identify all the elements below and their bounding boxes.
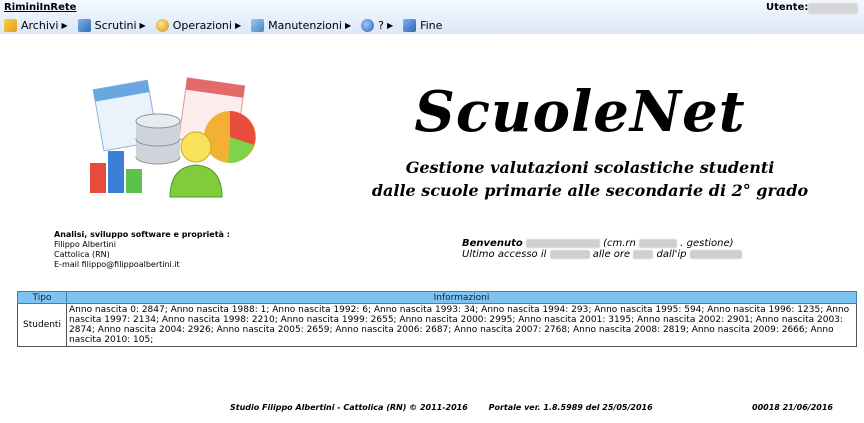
footer-studio: Studio Filippo Albertini - Cattolica (RN… [230, 403, 468, 412]
exit-icon [403, 18, 417, 32]
menu-bar: Archivi ▶ Scrutini ▶ Operazioni ▶ Manute… [4, 17, 452, 33]
scuolenet-logo-icon [90, 77, 256, 198]
table-row: Studenti Anno nascita 0: 2847; Anno nasc… [17, 303, 857, 347]
menu-manutenzioni-label: Manutenzioni [268, 18, 342, 32]
menu-fine[interactable]: Fine [403, 18, 443, 32]
column-header-tipo: Tipo [17, 291, 67, 304]
school-code-redacted [639, 238, 678, 248]
app-subtitle-line-2: dalle scuole primarie alle secondarie di… [371, 181, 809, 200]
submenu-arrow-icon: ▶ [139, 20, 146, 30]
last-access-time-redacted [633, 249, 654, 259]
username-redacted [525, 238, 600, 248]
app-subtitle-line-1: Gestione valutazioni scolastiche student… [405, 158, 775, 177]
menu-help[interactable]: ? ▶ [361, 18, 394, 32]
welcome-gestione: . gestione) [680, 238, 734, 249]
credits-city: Cattolica (RN) [54, 250, 110, 259]
folder-icon [4, 18, 17, 32]
welcome-block: Benvenuto (cm.rn . gestione) Ultimo acce… [462, 238, 742, 260]
brand-link[interactable]: RiminiInRete [4, 2, 76, 13]
menu-help-label: ? [378, 18, 384, 32]
menu-manutenzioni[interactable]: Manutenzioni ▶ [251, 18, 352, 32]
tools-icon [251, 18, 265, 32]
last-access-label: Ultimo accesso il [462, 249, 547, 260]
top-bar: RiminiInRete Utente: Archivi ▶ Scrutini … [0, 0, 864, 34]
user-name-redacted [808, 3, 858, 14]
user-label: Utente: [766, 2, 809, 13]
menu-operazioni[interactable]: Operazioni ▶ [155, 18, 242, 32]
ip-redacted [689, 249, 742, 259]
submenu-arrow-icon: ▶ [61, 20, 68, 30]
cell-informazioni: Anno nascita 0: 2847; Anno nascita 1988:… [66, 303, 857, 347]
last-access-ip-label: dall'ip [656, 249, 687, 260]
document-icon [77, 18, 91, 32]
info-table: Tipo Informazioni Studenti Anno nascita … [17, 291, 857, 347]
submenu-arrow-icon: ▶ [344, 20, 352, 30]
menu-operazioni-label: Operazioni [172, 18, 232, 32]
welcome-label: Benvenuto [462, 238, 523, 249]
credits-heading: Analisi, sviluppo software e proprietà : [54, 230, 230, 239]
gear-icon [155, 18, 169, 32]
cell-tipo: Studenti [17, 303, 67, 347]
menu-scrutini-label: Scrutini [94, 18, 137, 32]
credits-block: Analisi, sviluppo software e proprietà :… [54, 230, 230, 270]
submenu-arrow-icon: ▶ [386, 20, 394, 30]
app-title: ScuoleNet [414, 79, 746, 145]
credits-name: Filippo Albertini [54, 240, 116, 249]
footer-counter-date: 00018 21/06/2016 [752, 403, 833, 412]
help-icon [361, 18, 375, 32]
menu-archivi-label: Archivi [21, 18, 59, 32]
submenu-arrow-icon: ▶ [234, 20, 242, 30]
footer: Studio Filippo Albertini - Cattolica (RN… [230, 403, 653, 412]
menu-archivi[interactable]: Archivi ▶ [4, 18, 68, 32]
last-access-date-redacted [549, 249, 590, 259]
last-access-time-label: alle ore [592, 249, 631, 260]
menu-fine-label: Fine [420, 18, 443, 32]
credits-email: E-mail filippo@filippoalbertini.it [54, 260, 180, 269]
footer-version: Portale ver. 1.8.5989 del 25/05/2016 [488, 403, 653, 412]
table-header-row: Tipo Informazioni [17, 291, 857, 304]
welcome-cm: (cm.rn [603, 238, 636, 249]
menu-scrutini[interactable]: Scrutini ▶ [77, 18, 146, 32]
column-header-informazioni: Informazioni [66, 291, 857, 304]
